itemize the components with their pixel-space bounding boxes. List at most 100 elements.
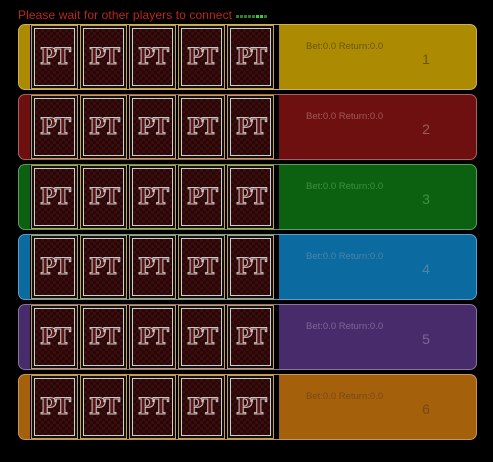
card-back: PT [129,305,176,369]
seat-number: 2 [422,121,430,137]
bet-return-label: Bet:0.0 Return:0.0 [306,111,384,122]
card-back-pattern: PT [132,378,173,436]
status-bar: Please wait for other players to connect [18,7,268,23]
card-back: PT [80,305,127,369]
card-back-pattern: PT [132,168,173,226]
card-back-pattern: PT [34,238,75,296]
player-seat-row[interactable]: PT PT PT PT PT Bet:0.0 Return:0.0 4 [18,234,477,300]
card-back-pattern: PT [34,168,75,226]
card-back-pattern: PT [181,238,222,296]
card-back-pattern: PT [132,98,173,156]
loader-dot [236,14,240,18]
card-back-pattern: PT [34,378,75,436]
card-back-pattern: PT [34,98,75,156]
card-back-logo: PT [187,324,219,351]
seat-number: 4 [422,261,430,277]
card-back-logo: PT [236,324,268,351]
card-back: PT [129,235,176,299]
loader-dot [264,14,268,18]
card-back-logo: PT [187,184,219,211]
card-back-pattern: PT [181,98,222,156]
card-back: PT [227,165,274,229]
card-back-pattern: PT [181,28,222,86]
card-back-logo: PT [236,44,268,71]
card-back-pattern: PT [230,378,271,436]
card-back: PT [80,165,127,229]
card-back: PT [227,375,274,439]
card-back: PT [178,235,225,299]
card-back-pattern: PT [230,308,271,366]
waiting-message: Please wait for other players to connect [18,8,233,22]
card-back: PT [227,235,274,299]
card-back-logo: PT [138,44,170,71]
card-back: PT [31,305,78,369]
player-seat-list: PT PT PT PT PT Bet:0.0 Return:0.0 1 PT PT PT PT PT B… [18,24,477,444]
card-back-logo: PT [138,184,170,211]
card-back: PT [129,165,176,229]
card-back-logo: PT [40,114,72,141]
card-back-logo: PT [40,184,72,211]
card-back-logo: PT [40,254,72,281]
card-back: PT [31,375,78,439]
card-back: PT [227,25,274,89]
card-back-pattern: PT [83,238,124,296]
player-seat-row[interactable]: PT PT PT PT PT Bet:0.0 Return:0.0 3 [18,164,477,230]
loader-dot [240,14,244,18]
player-seat-row[interactable]: PT PT PT PT PT Bet:0.0 Return:0.0 6 [18,374,477,440]
seat-number: 3 [422,191,430,207]
card-back: PT [129,375,176,439]
card-hand: PT PT PT PT PT [30,165,279,229]
card-hand: PT PT PT PT PT [30,235,279,299]
loading-indicator [236,14,268,18]
card-back: PT [227,305,274,369]
loader-dot [248,14,252,18]
loader-dot [244,14,248,18]
bet-return-label: Bet:0.0 Return:0.0 [306,181,384,192]
card-back-logo: PT [40,44,72,71]
card-back-logo: PT [236,394,268,421]
card-back-logo: PT [89,394,121,421]
player-seat-row[interactable]: PT PT PT PT PT Bet:0.0 Return:0.0 2 [18,94,477,160]
card-back-pattern: PT [83,378,124,436]
card-back-pattern: PT [132,28,173,86]
card-back: PT [80,235,127,299]
card-back-pattern: PT [34,28,75,86]
card-back-logo: PT [138,394,170,421]
loader-dot [256,14,260,18]
card-back: PT [80,25,127,89]
card-back-pattern: PT [230,28,271,86]
card-hand: PT PT PT PT PT [30,305,279,369]
card-back: PT [178,305,225,369]
card-back-logo: PT [138,324,170,351]
bet-return-label: Bet:0.0 Return:0.0 [306,391,384,402]
player-seat-row[interactable]: PT PT PT PT PT Bet:0.0 Return:0.0 5 [18,304,477,370]
card-back: PT [227,95,274,159]
card-back-pattern: PT [230,238,271,296]
card-back-logo: PT [236,114,268,141]
seat-number: 5 [422,331,430,347]
card-back: PT [31,25,78,89]
card-back: PT [31,235,78,299]
card-back-logo: PT [40,324,72,351]
card-back-pattern: PT [83,28,124,86]
card-back-pattern: PT [181,378,222,436]
card-back-logo: PT [187,254,219,281]
card-back-logo: PT [89,324,121,351]
card-back: PT [178,95,225,159]
card-back: PT [129,25,176,89]
card-back-pattern: PT [132,308,173,366]
card-back-logo: PT [138,114,170,141]
loader-dot [260,14,264,18]
card-back: PT [129,95,176,159]
card-back-pattern: PT [83,168,124,226]
card-back-logo: PT [89,254,121,281]
card-back: PT [178,165,225,229]
card-back-pattern: PT [83,308,124,366]
player-seat-row[interactable]: PT PT PT PT PT Bet:0.0 Return:0.0 1 [18,24,477,90]
card-back-logo: PT [236,184,268,211]
card-back: PT [80,95,127,159]
card-back: PT [31,165,78,229]
card-back-logo: PT [40,394,72,421]
card-back-logo: PT [187,114,219,141]
card-back-logo: PT [89,44,121,71]
